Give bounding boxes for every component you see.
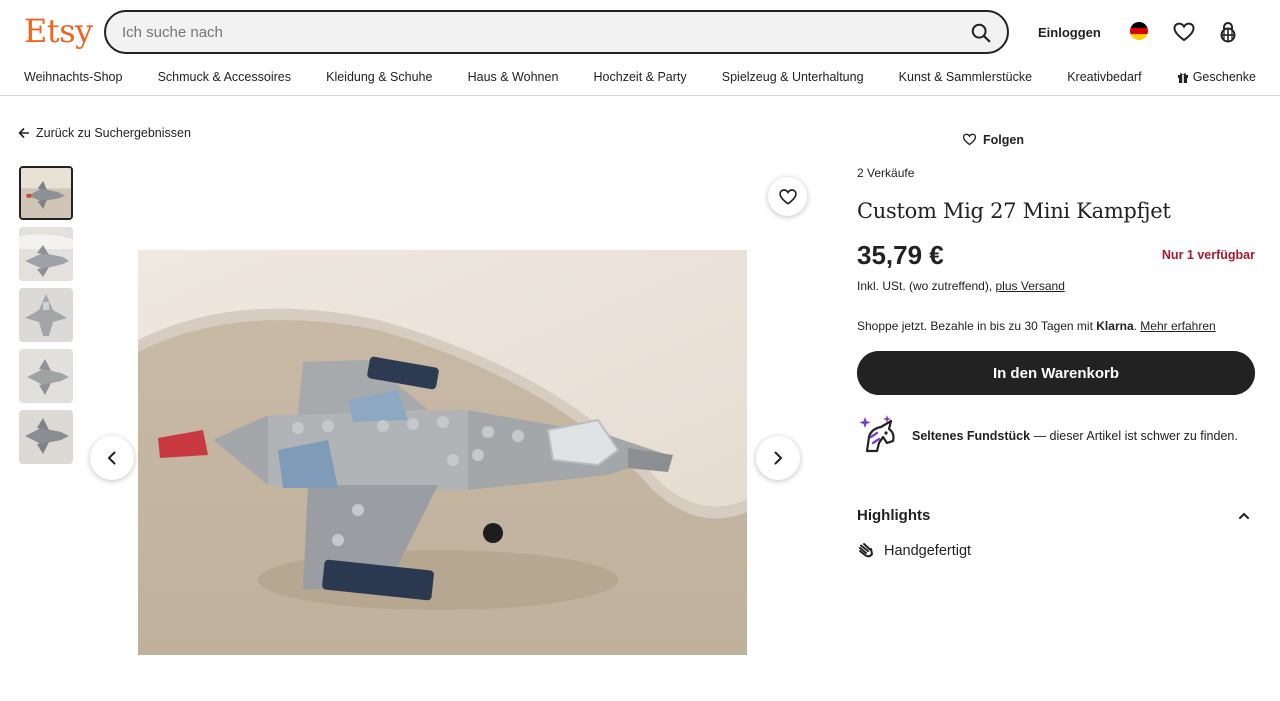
chevron-up-icon <box>1239 512 1249 519</box>
login-button[interactable]: Einloggen <box>1038 22 1101 42</box>
nav-item-kreativbedarf[interactable]: Kreativbedarf <box>1067 68 1141 86</box>
lego-jet-photo <box>138 250 747 655</box>
arrow-left-icon <box>18 127 29 139</box>
product-thumbnail-image <box>21 168 71 218</box>
thumbnail-4[interactable] <box>19 349 73 403</box>
tax-info: Inkl. USt. (wo zutreffend), plus Versand <box>857 279 1065 293</box>
search-input[interactable] <box>122 21 942 43</box>
product-thumbnail-image <box>19 349 73 403</box>
thumbnail-1[interactable] <box>19 166 73 220</box>
thumbnail-3[interactable] <box>19 288 73 342</box>
basket-icon <box>1220 22 1236 43</box>
nav-item-label: Geschenke <box>1192 70 1256 84</box>
klarna-brand: Klarna <box>1096 319 1134 333</box>
follow-shop-button[interactable]: Folgen <box>962 132 1024 147</box>
add-to-cart-button[interactable]: In den Warenkorb <box>857 351 1255 395</box>
follow-label: Folgen <box>983 132 1024 147</box>
product-thumbnail-image <box>19 227 73 281</box>
gift-icon <box>1177 73 1188 83</box>
highlights-heading[interactable]: Highlights <box>857 507 930 524</box>
favorite-item-button[interactable] <box>768 177 807 216</box>
product-thumbnail-image <box>19 410 73 464</box>
highlight-handmade: Handgefertigt <box>884 543 972 559</box>
product-price: 35,79 € <box>857 240 944 270</box>
site-header: Etsy Einloggen Weihnachts-Shop <box>0 0 1280 96</box>
etsy-logo[interactable]: Etsy <box>24 12 93 50</box>
product-thumbnail-image <box>19 288 73 342</box>
back-link-label: Zurück zu Suchergebnissen <box>36 126 191 140</box>
tax-text: Inkl. USt. (wo zutreffend), <box>857 279 996 293</box>
chevron-left-icon <box>107 451 116 465</box>
product-title: Custom Mig 27 Mini Kampfjet <box>857 199 1171 223</box>
category-nav: Weihnachts-Shop Schmuck & Accessoires Kl… <box>24 68 1256 86</box>
cart-button[interactable] <box>1216 20 1240 44</box>
hand-icon <box>857 542 875 560</box>
previous-image-button[interactable] <box>90 436 134 480</box>
chevron-right-icon <box>774 451 783 465</box>
nav-item-kleidung[interactable]: Kleidung & Schuhe <box>326 68 432 86</box>
rare-find-description: — dieser Artikel ist schwer zu finden. <box>1030 429 1238 443</box>
heart-icon <box>962 133 977 146</box>
collapse-highlights-button[interactable] <box>1236 508 1252 524</box>
thumbnail-5[interactable] <box>19 410 73 464</box>
klarna-info: Shoppe jetzt. Bezahle in bis zu 30 Tagen… <box>857 319 1216 333</box>
klarna-text: Shoppe jetzt. Bezahle in bis zu 30 Tagen… <box>857 319 1097 333</box>
sales-count: 2 Verkäufe <box>857 166 915 180</box>
rare-find-text: Seltenes Fundstück — dieser Artikel ist … <box>912 429 1238 443</box>
heart-icon <box>778 188 797 205</box>
nav-item-geschenke[interactable]: Geschenke <box>1177 68 1256 86</box>
product-main-image <box>138 250 747 655</box>
stock-notice: Nur 1 verfügbar <box>1161 248 1255 262</box>
favorites-button[interactable] <box>1172 20 1196 44</box>
nav-item-spielzeug[interactable]: Spielzeug & Unterhaltung <box>722 68 864 86</box>
klarna-learn-more-link[interactable]: Mehr erfahren <box>1140 319 1215 333</box>
shipping-link[interactable]: plus Versand <box>996 279 1065 293</box>
nav-item-kunst[interactable]: Kunst & Sammlerstücke <box>899 68 1032 86</box>
rare-find-icon <box>857 413 901 455</box>
search-button[interactable] <box>967 19 995 47</box>
nav-item-schmuck[interactable]: Schmuck & Accessoires <box>158 68 291 86</box>
nav-item-weihnachts-shop[interactable]: Weihnachts-Shop <box>24 68 122 86</box>
back-to-results-link[interactable]: Zurück zu Suchergebnissen <box>18 126 191 140</box>
germany-flag-icon[interactable] <box>1130 22 1148 40</box>
search-bar[interactable] <box>104 10 1009 54</box>
rare-find-title: Seltenes Fundstück <box>912 429 1031 443</box>
search-icon <box>971 23 991 43</box>
nav-item-hochzeit[interactable]: Hochzeit & Party <box>594 68 687 86</box>
next-image-button[interactable] <box>756 436 800 480</box>
heart-icon <box>1173 22 1195 42</box>
nav-item-haus[interactable]: Haus & Wohnen <box>468 68 559 86</box>
thumbnail-2[interactable] <box>19 227 73 281</box>
